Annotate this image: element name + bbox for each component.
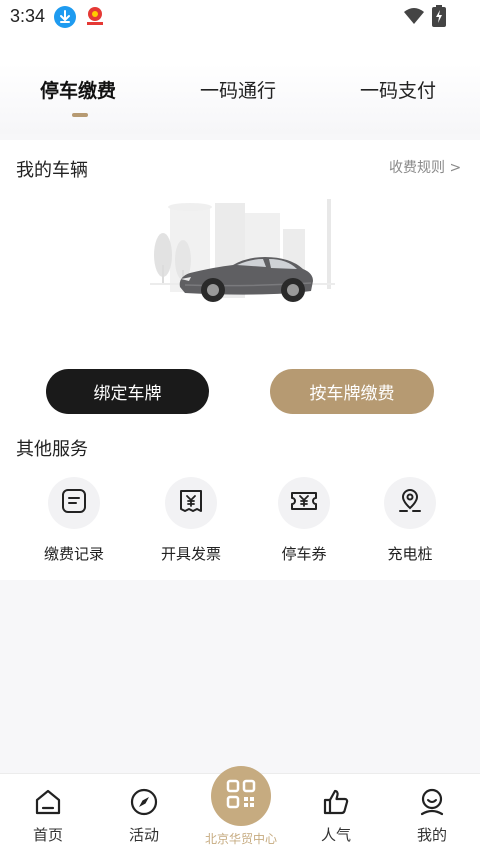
service-issue-invoice[interactable]: 开具发票	[146, 477, 236, 567]
nav-label: 我的	[416, 826, 447, 844]
nav-label: 活动	[128, 826, 159, 844]
tab-one-code-access[interactable]: 一码通行	[200, 76, 276, 103]
bind-plate-button[interactable]: 绑定车牌	[46, 369, 209, 414]
nav-center-qr[interactable]: 北京华贸中心	[196, 766, 286, 853]
status-time: 3:34	[10, 6, 46, 26]
service-label: 开具发票	[160, 545, 221, 563]
my-vehicles-title: 我的车辆	[16, 160, 88, 181]
nav-popular[interactable]: 人气	[296, 774, 376, 853]
parking-coupon-icon	[290, 488, 318, 518]
fee-rules-link[interactable]: 收费规则 >	[389, 157, 461, 177]
nav-mine[interactable]: 我的	[392, 774, 472, 853]
other-services-title: 其他服务	[16, 439, 88, 460]
service-parking-coupon[interactable]: 停车券	[259, 477, 349, 567]
nav-home[interactable]: 首页	[8, 774, 88, 853]
nav-label: 人气	[320, 826, 351, 844]
thumbs-up-icon	[322, 788, 350, 816]
tab-parking-payment[interactable]: 停车缴费	[40, 76, 116, 103]
app-notification-icon	[84, 5, 106, 27]
pay-by-plate-button[interactable]: 按车牌缴费	[270, 369, 434, 414]
profile-icon	[418, 788, 446, 816]
car-illustration	[145, 195, 340, 315]
nav-label: 首页	[32, 826, 63, 844]
qr-code-icon	[226, 779, 256, 813]
home-icon	[34, 788, 62, 816]
download-icon	[54, 6, 76, 28]
charging-pile-icon	[397, 488, 423, 518]
service-label: 停车券	[281, 545, 327, 563]
compass-icon	[130, 788, 158, 816]
nav-center-label: 北京华贸中心	[204, 832, 277, 846]
nav-activities[interactable]: 活动	[104, 774, 184, 853]
service-payment-records[interactable]: 缴费记录	[29, 477, 119, 567]
tab-bar: 停车缴费 一码通行 一码支付	[0, 34, 480, 134]
wifi-icon	[404, 7, 424, 25]
invoice-icon	[178, 488, 204, 518]
service-charging-pile[interactable]: 充电桩	[365, 477, 455, 567]
active-tab-indicator	[72, 113, 88, 117]
service-label: 充电桩	[387, 545, 433, 563]
service-label: 缴费记录	[43, 545, 104, 563]
tab-one-code-pay[interactable]: 一码支付	[360, 76, 436, 103]
status-bar: 3:34	[0, 0, 480, 34]
receipt-list-icon	[61, 488, 87, 518]
battery-icon	[432, 5, 446, 27]
